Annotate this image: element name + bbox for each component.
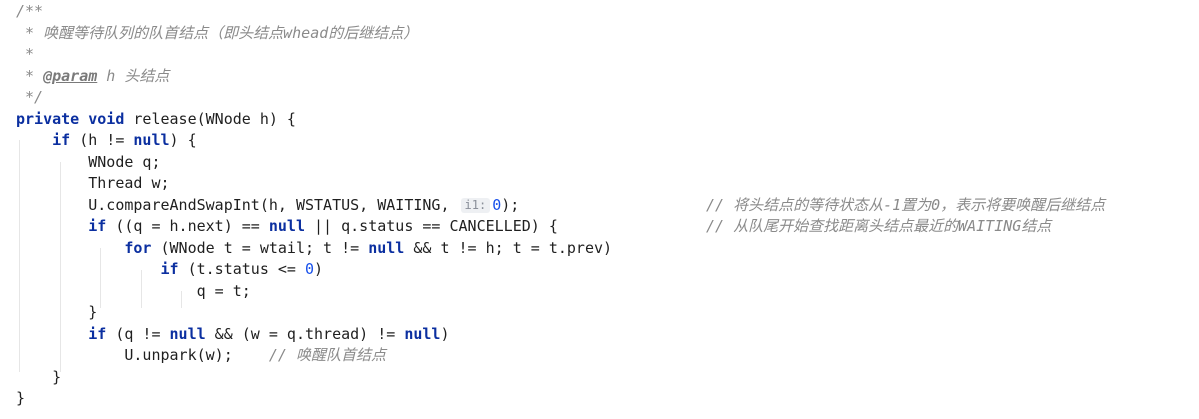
code-line-2: * 唤醒等待队列的队首结点（即头结点whead的后继结点） bbox=[16, 23, 419, 42]
code-line-9: Thread w; bbox=[88, 174, 170, 192]
code-line-13: if (t.status <= 0) bbox=[160, 260, 324, 278]
code-editor[interactable]: /** * 唤醒等待队列的队首结点（即头结点whead的后继结点） * * @p… bbox=[0, 0, 1199, 419]
line-comment: // 唤醒队首结点 bbox=[268, 346, 386, 364]
code-line-16: if (q != null && (w = q.thread) != null) bbox=[88, 324, 450, 343]
code-line-4: * @param h 头结点 bbox=[16, 66, 170, 85]
line-comment: // 将头结点的等待状态从-1置为0，表示将要唤醒后继结点 bbox=[706, 195, 1106, 214]
code-line-15: } bbox=[88, 303, 98, 321]
code-line-18: } bbox=[52, 367, 62, 386]
parameter-hint: i1: bbox=[460, 197, 491, 213]
javadoc-param-tag: @param bbox=[43, 66, 98, 85]
line-comment: // 从队尾开始查找距离头结点最近的WAITING结点 bbox=[706, 217, 1052, 235]
code-line-12: for (WNode t = wtail; t != null && t != … bbox=[124, 238, 613, 257]
code-line-1: /** bbox=[16, 2, 44, 20]
code-line-11: if ((q = h.next) == null || q.status == … bbox=[16, 216, 1199, 238]
code-line-14: q = t; bbox=[196, 281, 251, 300]
code-line-6: private void release(WNode h) { bbox=[16, 109, 296, 128]
code-line-19: } bbox=[16, 389, 26, 407]
code-line-17: U.unpark(w); // 唤醒队首结点 bbox=[124, 346, 386, 364]
code-line-10: U.compareAndSwapInt(h, WSTATUS, WAITING,… bbox=[16, 195, 1199, 217]
code-line-5: */ bbox=[16, 88, 44, 106]
code-line-8: WNode q; bbox=[88, 152, 161, 171]
comment-emphasis: whead bbox=[283, 23, 329, 42]
code-line-3: * bbox=[16, 45, 35, 63]
code-line-7: if (h != null) { bbox=[52, 131, 197, 149]
